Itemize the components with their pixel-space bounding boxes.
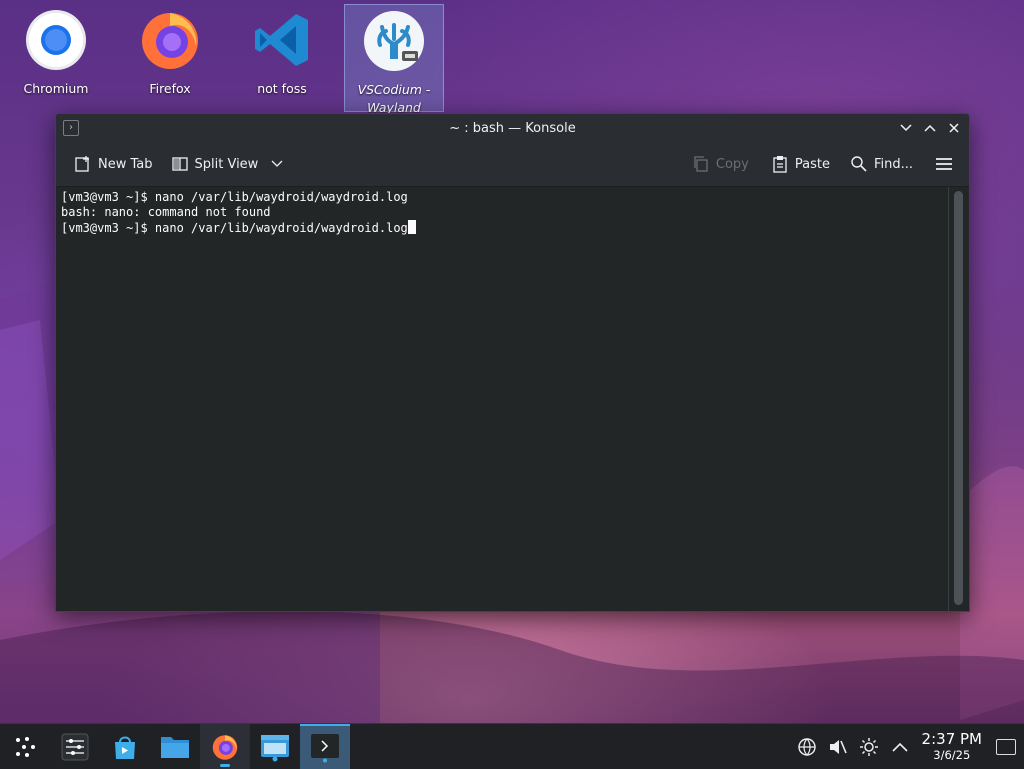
terminal-line: bash: nano: command not found: [61, 205, 271, 219]
chevron-down-icon: [900, 124, 912, 132]
paste-button[interactable]: Paste: [765, 149, 836, 179]
find-button[interactable]: Find...: [844, 149, 919, 179]
desktop-icon-label: Firefox: [149, 81, 191, 96]
konsole-app-icon: ›: [63, 120, 79, 136]
taskbar-firefox[interactable]: [200, 724, 250, 769]
brightness-icon: [860, 737, 879, 756]
tray-expand-button[interactable]: [885, 724, 916, 769]
network-tray-button[interactable]: [792, 724, 823, 769]
terminal-area[interactable]: [vm3@vm3 ~]$ nano /var/lib/waydroid/wayd…: [56, 187, 969, 611]
new-tab-label: New Tab: [98, 156, 153, 172]
window-titlebar[interactable]: › ~ : bash — Konsole: [56, 114, 969, 142]
close-button[interactable]: [945, 118, 963, 138]
desktop-icon-label: Chromium: [23, 81, 89, 96]
scrollbar-thumb[interactable]: [954, 191, 963, 605]
paste-label: Paste: [794, 156, 830, 172]
maximize-button[interactable]: [921, 118, 939, 138]
file-manager-icon: [261, 734, 289, 761]
terminal-line-text: [vm3@vm3 ~]$ nano /var/lib/waydroid/wayd…: [61, 221, 408, 235]
copy-label: Copy: [715, 156, 749, 172]
discover-icon: [115, 736, 135, 759]
konsole-window: › ~ : bash — Konsole New Tab Split View …: [55, 113, 970, 612]
clock-time: 2:37 PM: [921, 730, 982, 748]
vscodium-icon: [362, 9, 426, 73]
desktop-icon-not-foss[interactable]: not foss: [232, 4, 332, 112]
new-tab-icon: [74, 155, 92, 173]
system-tray: 2:37 PM 3/6/25: [792, 724, 1024, 769]
taskbar-dolphin[interactable]: [150, 724, 200, 769]
clock[interactable]: 2:37 PM 3/6/25: [921, 730, 982, 763]
clock-date: 3/6/25: [933, 748, 971, 762]
firefox-icon: [212, 734, 238, 760]
volume-tray-button[interactable]: [823, 724, 854, 769]
konsole-toolbar: New Tab Split View Copy Paste Find...: [56, 142, 969, 187]
find-label: Find...: [873, 156, 913, 172]
taskbar-konsole[interactable]: [300, 724, 350, 769]
copy-icon: [692, 155, 710, 173]
text-cursor: [407, 220, 416, 234]
vscode-icon: [250, 8, 314, 72]
taskbar-discover[interactable]: [100, 724, 150, 769]
terminal-line: [vm3@vm3 ~]$ nano /var/lib/waydroid/wayd…: [61, 190, 408, 204]
konsole-icon: [311, 733, 339, 762]
folder-icon: [161, 736, 189, 758]
firefox-icon: [138, 8, 202, 72]
taskbar-system-settings[interactable]: [50, 724, 100, 769]
app-launcher-icon: [16, 736, 35, 757]
split-view-icon: [171, 155, 189, 173]
system-settings-icon: [61, 733, 89, 760]
desktop-icon-label: VSCodium - Wayland: [357, 82, 431, 115]
close-icon: [949, 123, 959, 133]
desktop-icon-firefox[interactable]: Firefox: [120, 4, 220, 112]
window-title: ~ : bash — Konsole: [449, 120, 576, 136]
copy-button[interactable]: Copy: [686, 149, 755, 179]
chromium-icon: [24, 8, 88, 72]
terminal-scrollbar[interactable]: [948, 187, 969, 611]
desktop-icon-label: not foss: [257, 81, 307, 96]
paste-icon: [771, 155, 789, 173]
split-view-button[interactable]: Split View: [165, 149, 293, 179]
terminal-line-current: [vm3@vm3 ~]$ nano /var/lib/waydroid/wayd…: [61, 220, 969, 235]
taskbar: 2:37 PM 3/6/25: [0, 723, 1024, 769]
new-tab-button[interactable]: New Tab: [68, 149, 159, 179]
app-launcher-button[interactable]: [0, 724, 50, 769]
chevron-up-icon: [892, 742, 908, 752]
volume-muted-icon: [830, 739, 847, 754]
show-desktop-button[interactable]: [996, 738, 1016, 755]
hamburger-menu-icon: [935, 155, 953, 173]
desktop-icon-vscodium[interactable]: VSCodium - Wayland: [344, 4, 444, 115]
taskbar-files[interactable]: [250, 724, 300, 769]
network-icon: [798, 737, 816, 756]
split-view-label: Split View: [194, 156, 259, 172]
search-icon: [850, 155, 868, 173]
desktop-icon-chromium[interactable]: Chromium: [6, 4, 106, 112]
minimize-button[interactable]: [897, 118, 915, 138]
chevron-up-icon: [924, 124, 936, 132]
brightness-tray-button[interactable]: [854, 724, 885, 769]
hamburger-menu-button[interactable]: [929, 149, 959, 179]
chevron-down-icon: [268, 155, 286, 173]
